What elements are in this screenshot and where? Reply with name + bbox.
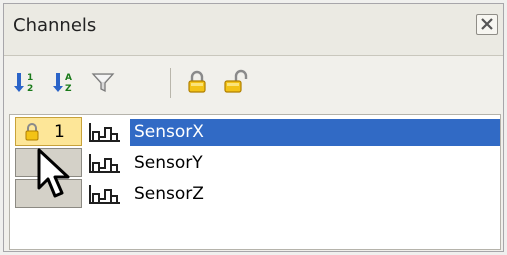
channel-row-sensorz[interactable]: SensorZ	[10, 179, 500, 210]
close-icon	[481, 18, 493, 30]
svg-text:2: 2	[27, 84, 33, 94]
panel-titlebar: Channels	[4, 4, 503, 56]
close-button[interactable]	[476, 14, 498, 35]
svg-text:Z: Z	[65, 84, 72, 94]
channel-name: SensorY	[134, 153, 203, 173]
unlock-all-button[interactable]	[222, 69, 248, 95]
channel-name: SensorZ	[134, 184, 204, 204]
mouse-pointer-icon	[37, 148, 70, 198]
svg-text:1: 1	[27, 73, 33, 83]
line-chart-icon	[89, 123, 120, 142]
toolbar: 1 2 A Z	[4, 56, 503, 109]
panel-title: Channels	[13, 15, 97, 36]
filter-icon	[91, 73, 115, 93]
sort-alpha-icon: A Z	[53, 73, 72, 94]
line-chart-icon	[89, 154, 120, 173]
lock-all-button[interactable]	[184, 69, 210, 95]
channel-name: SensorX	[130, 119, 500, 146]
line-chart-icon	[89, 185, 120, 204]
sort-alpha-button[interactable]: A Z	[51, 69, 77, 95]
lock-open-icon	[224, 69, 248, 93]
channel-row-sensory[interactable]: SensorY	[10, 148, 500, 179]
sort-numeric-icon: 1 2	[14, 73, 33, 94]
channel-index: 1	[54, 122, 65, 142]
lock-closed-icon	[25, 123, 39, 141]
lock-cell[interactable]: 1	[15, 117, 82, 146]
channel-list: 1 SensorX SensorY SensorZ	[9, 114, 501, 250]
lock-closed-icon	[188, 70, 206, 93]
svg-text:A: A	[65, 73, 72, 83]
channels-panel: Channels 1 2 A Z 1 SensorX SensorY Senso…	[3, 3, 504, 252]
channel-row-sensorx[interactable]: 1 SensorX	[10, 117, 500, 148]
sort-numeric-button[interactable]: 1 2	[12, 69, 38, 95]
toolbar-separator	[170, 68, 171, 98]
filter-button[interactable]	[90, 69, 116, 95]
